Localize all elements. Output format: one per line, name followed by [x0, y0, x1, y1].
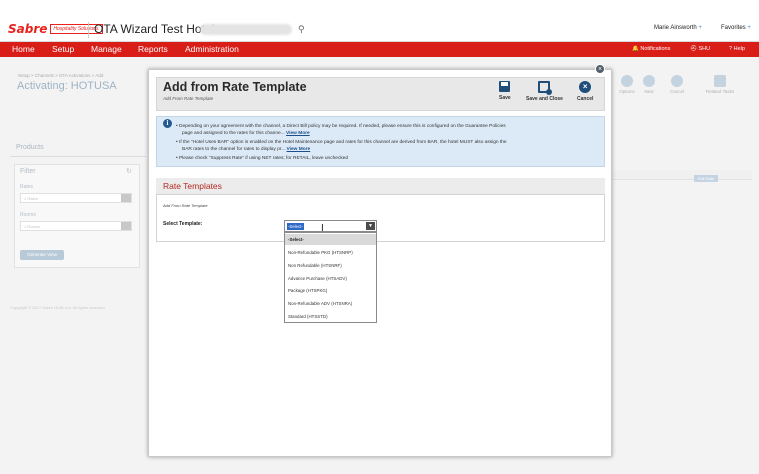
rooms-label: Rooms [20, 212, 36, 218]
cancel-icon [671, 75, 683, 87]
main-nav: Home Setup Manage Reports Administration… [0, 42, 759, 57]
save-and-close-button[interactable]: Save and Close [526, 81, 563, 102]
dropdown-option[interactable]: Standard (HTSSTD) [285, 311, 376, 322]
info-line-2: • If the "Hotel Uses BAR" option is enab… [176, 140, 507, 145]
search-icon[interactable]: ⚲ [298, 24, 305, 35]
rate-templates-header [156, 178, 605, 195]
nav-manage[interactable]: Manage [91, 44, 122, 54]
top-bar: Sabre Hospitality Solutions. OTA Wizard … [0, 18, 759, 42]
page-title: Activating: HOTUSA [17, 80, 117, 92]
nav-setup[interactable]: Setup [52, 44, 74, 54]
save-button[interactable]: Save [499, 81, 511, 101]
rooms-select[interactable]: 1 Rooms [20, 221, 132, 231]
favorites-menu[interactable]: Favorites + [721, 25, 751, 31]
options-icon [621, 75, 633, 87]
text-cursor-icon: I [321, 223, 324, 234]
refresh-icon[interactable]: ↻ [126, 167, 132, 175]
template-dropdown-list: -Select- Non-Refundable PKG (HTSNRP) Non… [284, 232, 377, 323]
bell-icon: 🔔 [632, 46, 639, 52]
property-link[interactable]: ⛑ SHU [690, 46, 710, 52]
cancel-x-icon: × [579, 81, 592, 93]
chevron-down-icon[interactable]: ▼ [366, 222, 375, 230]
next-action[interactable]: Next [634, 75, 664, 94]
clipboard-icon [714, 75, 726, 87]
copyright: Copyright © 2017 Sabre GLBL Inc. All rig… [10, 305, 106, 310]
info-line-1: • Depending on your agreement with the c… [176, 124, 506, 129]
nav-administration[interactable]: Administration [185, 44, 239, 54]
products-header: Products [10, 144, 146, 157]
dropdown-option[interactable]: Advance Purchase (HTSADV) [285, 273, 376, 284]
breadcrumb: Setup > Channels > OTA Activations > Add [18, 73, 104, 78]
save-close-icon [538, 81, 553, 95]
select-template-label: Select Template: [163, 221, 203, 227]
modal-subtitle: Add From Rate Template [163, 96, 214, 101]
related-tasks-action[interactable]: Related Tasks [700, 75, 740, 94]
modal-close-icon[interactable]: × [595, 64, 605, 74]
view-more-link-1[interactable]: View More [286, 131, 310, 136]
floppy-disk-icon [499, 81, 511, 92]
user-menu[interactable]: Marie Ainsworth + [654, 25, 702, 31]
help-icon: ? [729, 46, 733, 52]
edit-rate-button[interactable]: Edit Rate [694, 175, 718, 182]
notifications-link[interactable]: 🔔 Notifications [632, 46, 670, 52]
page-actions: Options Next Cancel Related Tasks [612, 72, 759, 100]
cancel-action[interactable]: Cancel [662, 75, 692, 94]
nav-reports[interactable]: Reports [138, 44, 168, 54]
info-icon: i [163, 119, 172, 128]
modal-title: Add from Rate Template [163, 80, 307, 94]
dropdown-option[interactable]: -Select- [285, 234, 376, 245]
grid-header [612, 170, 752, 180]
cancel-button[interactable]: × Cancel [577, 81, 593, 102]
info-line-3: • Please check "Suppress Rate" if using … [176, 156, 349, 161]
nav-home[interactable]: Home [12, 44, 35, 54]
rates-label: Rates [20, 184, 34, 190]
dropdown-option[interactable]: Non-Refundable PKG (HTSNRP) [285, 247, 376, 258]
info-line-2b: BAR rates to the channel for rates to di… [182, 147, 311, 152]
hat-icon: ⛑ [690, 46, 697, 52]
next-icon [643, 75, 655, 87]
redacted-hotel-name [200, 24, 292, 35]
dropdown-option[interactable]: Package (HTSPKG) [285, 285, 376, 296]
help-link[interactable]: ? Help [729, 46, 745, 52]
filter-title: Filter [20, 168, 36, 175]
generate-view-button[interactable]: Generate View [20, 250, 64, 260]
dropdown-option[interactable]: Non Refundable (HTSNRF) [285, 260, 376, 271]
template-select-value: -Select- [287, 223, 304, 230]
view-more-link-2[interactable]: View More [287, 147, 311, 152]
template-select[interactable]: -Select- ▼ [284, 220, 377, 232]
plus-icon: + [747, 25, 751, 31]
rate-templates-subtitle: Add From Rate Template [163, 203, 208, 208]
info-line-1b: page and assigned to the rates for this … [182, 131, 310, 136]
rate-templates-title: Rate Templates [163, 181, 222, 191]
plus-icon: + [698, 25, 702, 31]
dropdown-option[interactable]: Non-Refundable ADV (HTSNRA) [285, 298, 376, 309]
rates-select[interactable]: 1 Rates [20, 193, 132, 203]
